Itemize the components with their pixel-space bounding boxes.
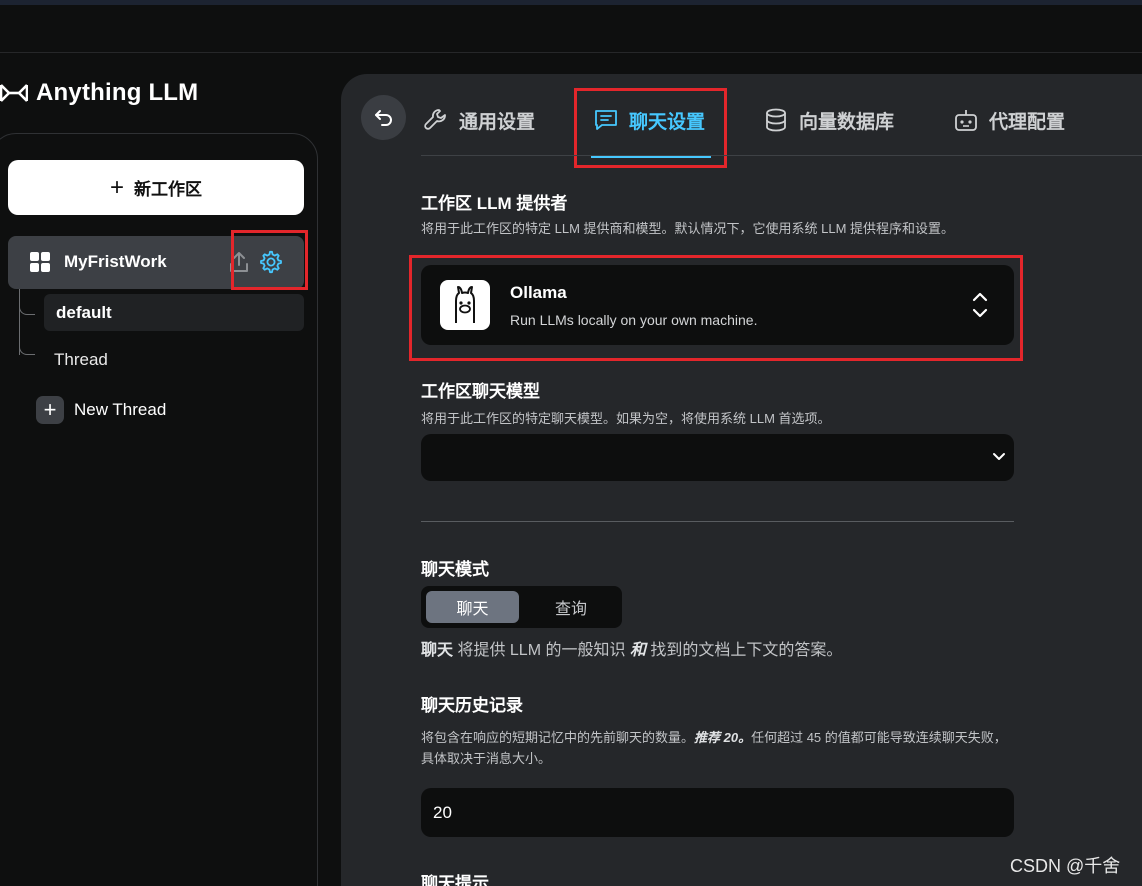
- section-divider: [421, 521, 1014, 522]
- workspace-item[interactable]: MyFristWork: [8, 236, 304, 289]
- provider-selector[interactable]: Ollama Run LLMs locally on your own mach…: [421, 265, 1014, 345]
- chat-mode-desc: 聊天 将提供 LLM 的一般知识 和 找到的文档上下文的答案。: [421, 636, 842, 660]
- app-logo: Anything LLM: [0, 78, 198, 108]
- model-title: 工作区聊天模型: [421, 382, 540, 401]
- workspace-grid-icon: [30, 252, 50, 272]
- upload-icon[interactable]: [228, 250, 250, 274]
- tab-label: 聊天设置: [629, 111, 706, 133]
- workspace-name: MyFristWork: [64, 252, 167, 271]
- chat-prompt-title: 聊天提示: [421, 874, 489, 886]
- new-workspace-button[interactable]: + 新工作区: [8, 160, 304, 215]
- mode-desc-part1: 将提供 LLM 的一般知识: [453, 642, 630, 659]
- tab-chat-settings[interactable]: 聊天设置: [593, 103, 705, 137]
- chat-mode-toggle: 聊天 查询: [421, 586, 622, 628]
- database-icon: [766, 108, 786, 132]
- mode-desc-italic: 和: [629, 642, 646, 659]
- chevron-down-icon: [993, 453, 1005, 460]
- tab-general-settings[interactable]: 通用设置: [423, 103, 535, 137]
- chevron-up-down-icon: [972, 292, 988, 318]
- app-name: Anything LLM: [36, 79, 199, 106]
- mode-desc-bold: 聊天: [421, 642, 454, 659]
- history-desc-part1: 将包含在响应的短期记忆中的先前聊天的数量。: [421, 730, 695, 745]
- anythingllm-logo-icon: [0, 84, 28, 102]
- tabs-divider: [421, 155, 1142, 156]
- mode-option-query[interactable]: 查询: [531, 591, 611, 623]
- new-workspace-label: 新工作区: [134, 180, 202, 199]
- provider-name: Ollama: [510, 283, 567, 302]
- thread-item-thread[interactable]: Thread: [54, 350, 108, 370]
- thread-tree-branch: [19, 345, 35, 355]
- chat-model-select[interactable]: [421, 434, 1014, 481]
- thread-tree-branch: [19, 305, 35, 315]
- provider-title: 工作区 LLM 提供者: [421, 194, 568, 213]
- robot-icon: [955, 110, 977, 131]
- history-desc: 将包含在响应的短期记忆中的先前聊天的数量。推荐 20。任何超过 45 的值都可能…: [421, 727, 1013, 769]
- watermark: CSDN @千舍: [1010, 856, 1121, 876]
- provider-tagline: Run LLMs locally on your own machine.: [510, 312, 758, 328]
- new-thread-label: New Thread: [74, 400, 167, 419]
- chat-history-input[interactable]: [421, 788, 1014, 837]
- ollama-logo-icon: [440, 280, 490, 330]
- chat-icon: [595, 110, 617, 130]
- model-desc: 将用于此工作区的特定聊天模型。如果为空，将使用系统 LLM 首选项。: [421, 411, 831, 426]
- history-title: 聊天历史记录: [421, 696, 523, 715]
- plus-icon: +: [36, 396, 64, 424]
- mode-desc-part2: 找到的文档上下文的答案。: [645, 642, 843, 659]
- tab-label: 通用设置: [459, 111, 536, 133]
- wrench-icon: [424, 109, 446, 130]
- back-arrow-icon: [374, 109, 392, 126]
- history-desc-italic: 推荐 20。: [694, 730, 752, 745]
- chat-mode-title: 聊天模式: [421, 560, 489, 579]
- tab-agent-config[interactable]: 代理配置: [953, 103, 1065, 137]
- tab-vector-database[interactable]: 向量数据库: [763, 103, 894, 137]
- tab-label: 向量数据库: [799, 111, 895, 133]
- provider-desc: 将用于此工作区的特定 LLM 提供商和模型。默认情况下，它使用系统 LLM 提供…: [421, 221, 955, 236]
- new-thread-button[interactable]: + New Thread: [36, 396, 166, 424]
- thread-item-default[interactable]: default: [44, 294, 304, 331]
- top-bar: [0, 5, 1142, 53]
- tab-label: 代理配置: [989, 111, 1066, 133]
- mode-option-chat[interactable]: 聊天: [426, 591, 519, 623]
- plus-icon: +: [109, 173, 124, 201]
- gear-icon[interactable]: [259, 250, 283, 274]
- back-button[interactable]: [361, 95, 406, 140]
